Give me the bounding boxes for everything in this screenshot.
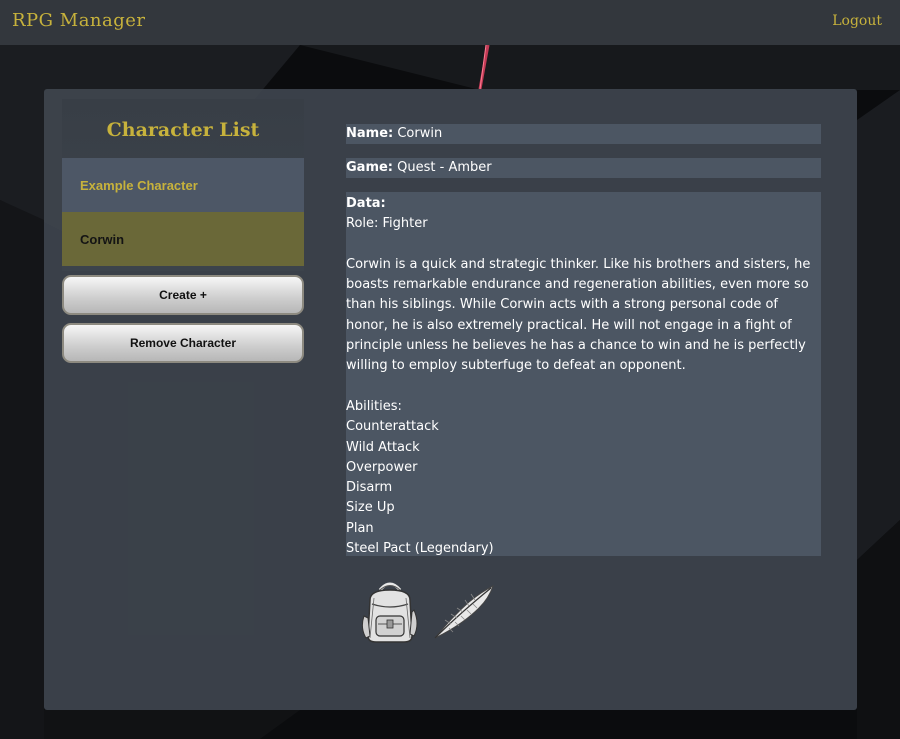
name-field: Name: Corwin [346,124,821,144]
backpack-icon[interactable] [356,578,424,644]
character-description: Corwin is a quick and strategic thinker.… [346,256,811,374]
ability-item: Size Up [346,500,395,516]
create-character-button[interactable]: Create + [62,275,304,315]
game-label: Game: [346,160,394,175]
character-list-panel: Character List Example Character Corwin [62,99,304,271]
name-value: Corwin [397,126,443,141]
role-line: Role: Fighter [346,216,428,232]
character-item-example[interactable]: Example Character [62,158,304,212]
ability-item: Disarm [346,480,393,496]
ability-item: Wild Attack [346,439,420,455]
top-navbar: RPG Manager Logout [0,0,900,45]
name-label: Name: [346,126,394,141]
ability-item: Overpower [346,459,418,475]
app-title[interactable]: RPG Manager [12,10,146,31]
abilities-header: Abilities: [346,398,402,414]
game-value: Quest - Amber [397,160,492,175]
character-list-title: Character List [106,119,260,141]
ability-item: Counterattack [346,419,439,435]
remove-character-button[interactable]: Remove Character [62,323,304,363]
data-field: Data: Role: Fighter Corwin is a quick an… [346,192,821,556]
ability-item: Steel Pact (Legendary) [346,541,494,557]
logout-link[interactable]: Logout [832,13,882,29]
quill-icon[interactable] [429,584,497,642]
main-panel: Character List Example Character Corwin … [44,89,857,710]
game-field: Game: Quest - Amber [346,158,821,178]
data-label: Data: [346,196,386,211]
character-item-corwin[interactable]: Corwin [62,212,304,266]
ability-item: Plan [346,520,374,536]
